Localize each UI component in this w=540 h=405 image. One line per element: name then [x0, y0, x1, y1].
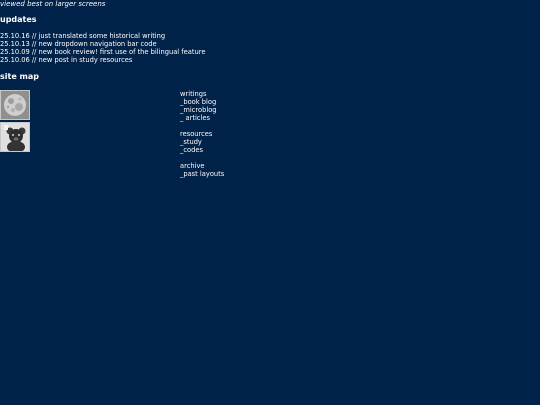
sitemap-links: writings _book blog _microblog _ article…: [180, 90, 224, 186]
update-entry: 25.10.06 // new post in study resources: [0, 56, 133, 64]
link-resources[interactable]: resources: [180, 130, 224, 138]
update-entry: 25.10.16 // just translated some histori…: [0, 32, 166, 40]
sitemap-group-archive: archive _past layouts: [180, 162, 224, 178]
update-entry: 25.10.13 // new dropdown navigation bar …: [0, 40, 157, 48]
sitemap-group-resources: resources _study _codes: [180, 130, 224, 154]
tagline: viewed best on larger screens: [0, 0, 106, 8]
teddy-bear-photo-icon[interactable]: [0, 122, 30, 152]
link-microblog[interactable]: _microblog: [180, 106, 224, 114]
moon-photo-icon[interactable]: [0, 90, 30, 120]
link-study[interactable]: _study: [180, 138, 224, 146]
sitemap-group-writings: writings _book blog _microblog _ article…: [180, 90, 224, 122]
link-writings[interactable]: writings: [180, 90, 224, 98]
link-past-layouts[interactable]: _past layouts: [180, 170, 224, 178]
update-entry: 25.10.09 // new book review! first use o…: [0, 48, 206, 56]
link-codes[interactable]: _codes: [180, 146, 224, 154]
updates-list: 25.10.16 // just translated some histori…: [0, 32, 205, 64]
page: viewed best on larger screens updates 25…: [0, 0, 540, 405]
link-articles[interactable]: _ articles: [180, 114, 224, 122]
link-archive[interactable]: archive: [180, 162, 224, 170]
link-book-blog[interactable]: _book blog: [180, 98, 224, 106]
updates-heading: updates: [0, 15, 37, 24]
sitemap-heading: site map: [0, 72, 39, 81]
